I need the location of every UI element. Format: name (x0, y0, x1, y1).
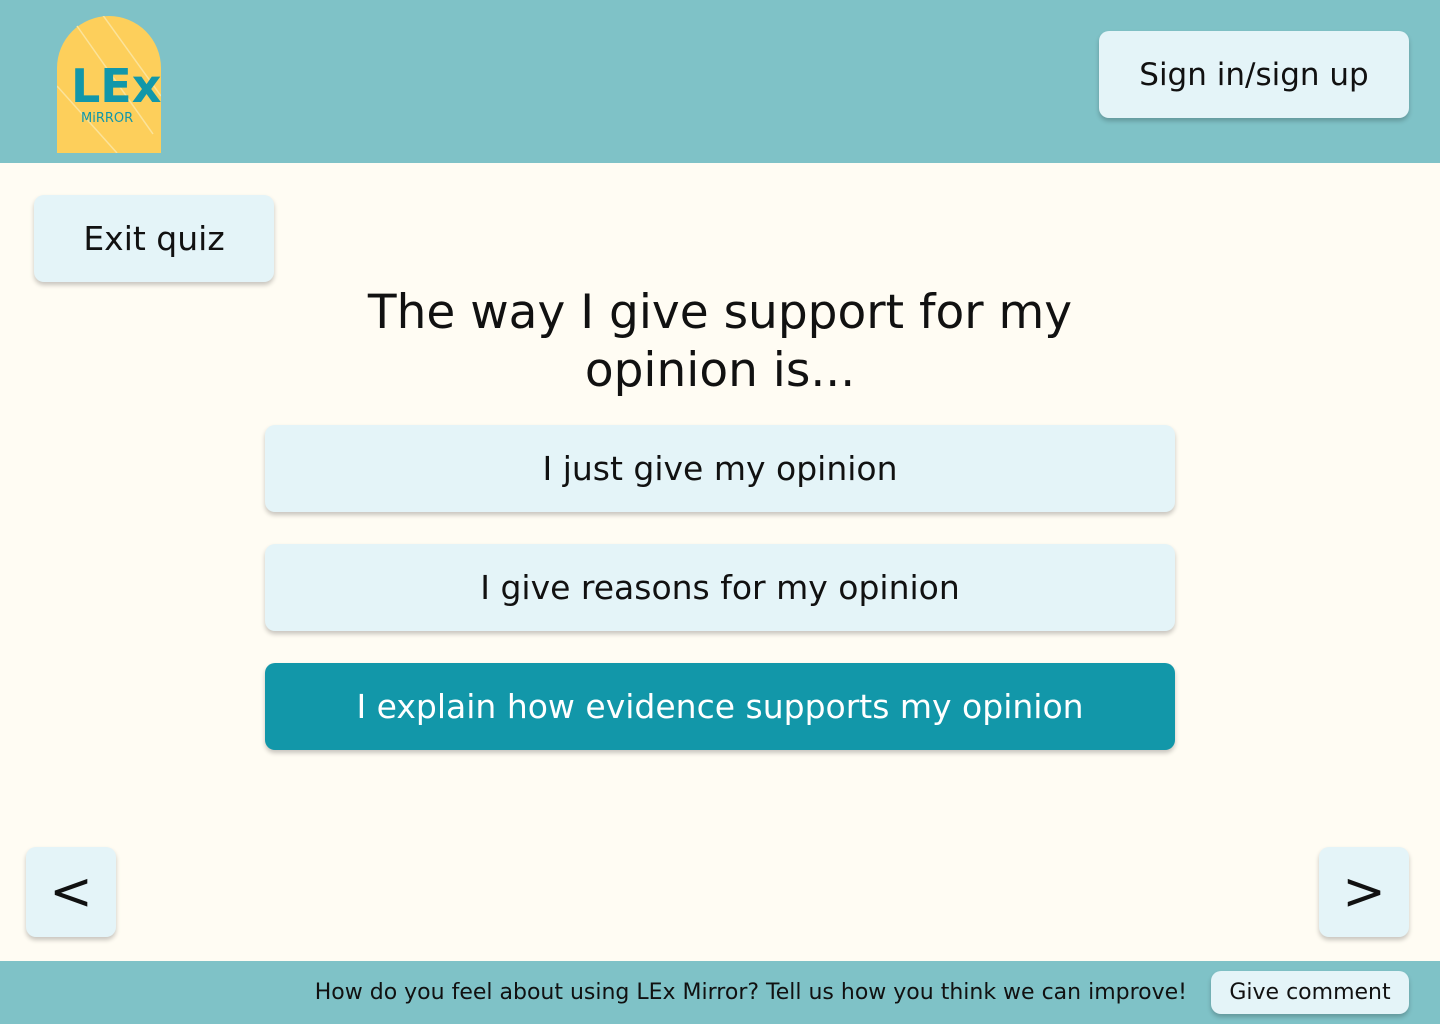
give-comment-button[interactable]: Give comment (1211, 971, 1409, 1014)
lex-mirror-logo[interactable]: LEx MiRROR (57, 16, 161, 153)
previous-question-button[interactable]: < (26, 847, 116, 937)
logo-main-text: LEx (71, 59, 161, 113)
answer-option-1[interactable]: I just give my opinion (265, 425, 1175, 512)
sign-in-button[interactable]: Sign in/sign up (1099, 31, 1409, 118)
header-bar: LEx MiRROR Sign in/sign up (0, 0, 1440, 163)
next-question-button[interactable]: > (1319, 847, 1409, 937)
exit-quiz-button[interactable]: Exit quiz (34, 195, 274, 282)
feedback-prompt: How do you feel about using LEx Mirror? … (314, 980, 1187, 1005)
answer-option-3-selected[interactable]: I explain how evidence supports my opini… (265, 663, 1175, 750)
answer-option-2[interactable]: I give reasons for my opinion (265, 544, 1175, 631)
logo-sub-text: MiRROR (81, 111, 133, 126)
quiz-question: The way I give support for my opinion is… (367, 285, 1073, 398)
